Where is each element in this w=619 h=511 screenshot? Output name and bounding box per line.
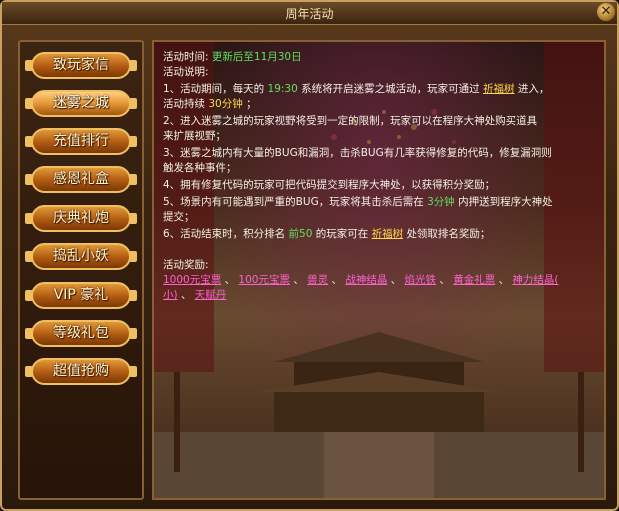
sidebar-item-letter[interactable]: 致玩家信 <box>25 52 137 79</box>
rule-1-dur-label: 活动持续 <box>163 98 205 110</box>
sidebar-item-fog-city[interactable]: 迷雾之城 <box>25 90 137 117</box>
sidebar-item-gift-box[interactable]: 感恩礼盒 <box>25 166 137 193</box>
rule-1-text-c: 进入， <box>517 83 550 95</box>
reward-separator: 、 <box>439 274 450 286</box>
reward-item[interactable]: 天赋丹 <box>195 289 227 301</box>
prayer-tree-link[interactable]: 祈福树 <box>483 83 515 95</box>
title-bar: 周年活动 ✕ <box>2 2 617 25</box>
rule-1-duration: 30分钟 <box>208 98 243 110</box>
sidebar-item-mischief-imp[interactable]: 捣乱小妖 <box>25 243 137 270</box>
rule-5-duration: 3分钟 <box>427 196 455 208</box>
activity-time-value: 更新后至11月30日 <box>211 51 302 63</box>
reward-separator: 、 <box>224 274 236 286</box>
rule-1-text-a: 1、活动期间，每天的 <box>163 83 265 95</box>
sidebar-item-fireworks[interactable]: 庆典礼炮 <box>25 205 137 232</box>
rule-5-text-a: 5、场景内有可能遇到严重的BUG，玩家将其击杀后需在 <box>163 196 424 208</box>
reward-separator: 、 <box>180 289 192 301</box>
reward-item[interactable]: 黄金礼票 <box>453 274 495 286</box>
reward-separator: 、 <box>331 274 343 286</box>
rule-1-text-b: 系统将开启迷雾之城活动，玩家可通过 <box>301 83 480 95</box>
reward-item[interactable]: 焰光铁 <box>405 274 437 286</box>
activity-time-row: 活动时间: 更新后至11月30日 <box>163 50 603 65</box>
reward-item[interactable]: 小) <box>163 289 178 301</box>
sidebar-item-level-pack[interactable]: 等级礼包 <box>25 320 137 347</box>
close-button[interactable]: ✕ <box>597 3 615 21</box>
event-window: 周年活动 ✕ 致玩家信 迷雾之城 充值排行 感恩礼盒 庆典礼炮 捣乱小妖 VIP… <box>0 0 619 511</box>
rewards-row-2: 小) 、 天赋丹 <box>163 288 603 303</box>
prayer-tree-link-2[interactable]: 祈福树 <box>372 228 404 240</box>
window-title: 周年活动 <box>285 7 334 21</box>
reward-label: 活动奖励: <box>163 259 209 271</box>
rule-5-cont: 提交； <box>163 211 195 223</box>
rule-3: 3、迷雾之城内有大量的BUG和漏洞，击杀BUG有几率获得修复的代码，修复漏洞则 <box>163 147 552 159</box>
sidebar-item-flash-sale[interactable]: 超值抢购 <box>25 358 137 385</box>
rule-6: 6、活动结束时，积分排名 前50 的玩家可在 祈福树 处领取排名奖励； <box>163 227 603 242</box>
sidebar-item-vip-gift[interactable]: VIP 豪礼 <box>25 282 137 309</box>
rule-1-time: 19:30 <box>267 83 298 95</box>
activity-content-panel: 活动时间: 更新后至11月30日 活动说明: 1、活动期间，每天的 19:30 … <box>152 40 606 500</box>
rule-5: 5、场景内有可能遇到严重的BUG，玩家将其击杀后需在 3分钟 内押送到程序大神处 <box>163 195 603 210</box>
rule-6-rank: 前50 <box>288 228 313 240</box>
rule-1: 1、活动期间，每天的 19:30 系统将开启迷雾之城活动，玩家可通过 祈福树 进… <box>163 82 603 97</box>
rule-2: 2、进入迷雾之城的玩家视野将受到一定的限制，玩家可以在程序大神处购买道具 <box>163 115 538 127</box>
reward-item[interactable]: 100元宝票 <box>238 274 290 286</box>
sidebar-item-recharge-ranking[interactable]: 充值排行 <box>25 128 137 155</box>
activity-sidebar: 致玩家信 迷雾之城 充值排行 感恩礼盒 庆典礼炮 捣乱小妖 VIP 豪礼 等级礼… <box>18 40 144 500</box>
rule-3-cont: 触发各种事件； <box>163 162 237 174</box>
reward-separator: 、 <box>390 274 402 286</box>
reward-item[interactable]: 神力结晶( <box>512 274 558 286</box>
rule-4: 4、拥有修复代码的玩家可把代码提交到程序大神处，以获得积分奖励； <box>163 179 496 191</box>
rewards-row-1: 1000元宝票 、 100元宝票 、 兽灵 、 战神结晶 、 焰光铁 、 黄金礼… <box>163 273 603 288</box>
activity-desc-label: 活动说明: <box>163 66 209 78</box>
rule-1-cont: 活动持续 30分钟 ； <box>163 97 603 112</box>
rule-6-text-a: 6、活动结束时，积分排名 <box>163 228 286 240</box>
reward-separator: 、 <box>498 274 510 286</box>
reward-item[interactable]: 兽灵 <box>307 274 328 286</box>
rule-2-cont: 来扩展视野； <box>163 130 226 142</box>
reward-separator: 、 <box>293 274 304 286</box>
rule-6-text-c: 处领取排名奖励； <box>406 228 491 240</box>
rule-5-text-b: 内押送到程序大神处 <box>458 196 553 208</box>
activity-time-label: 活动时间: <box>163 51 209 63</box>
reward-item[interactable]: 1000元宝票 <box>163 274 221 286</box>
rule-1-end: ； <box>246 98 257 110</box>
reward-item[interactable]: 战神结晶 <box>345 274 387 286</box>
rule-6-text-b: 的玩家可在 <box>315 228 369 240</box>
